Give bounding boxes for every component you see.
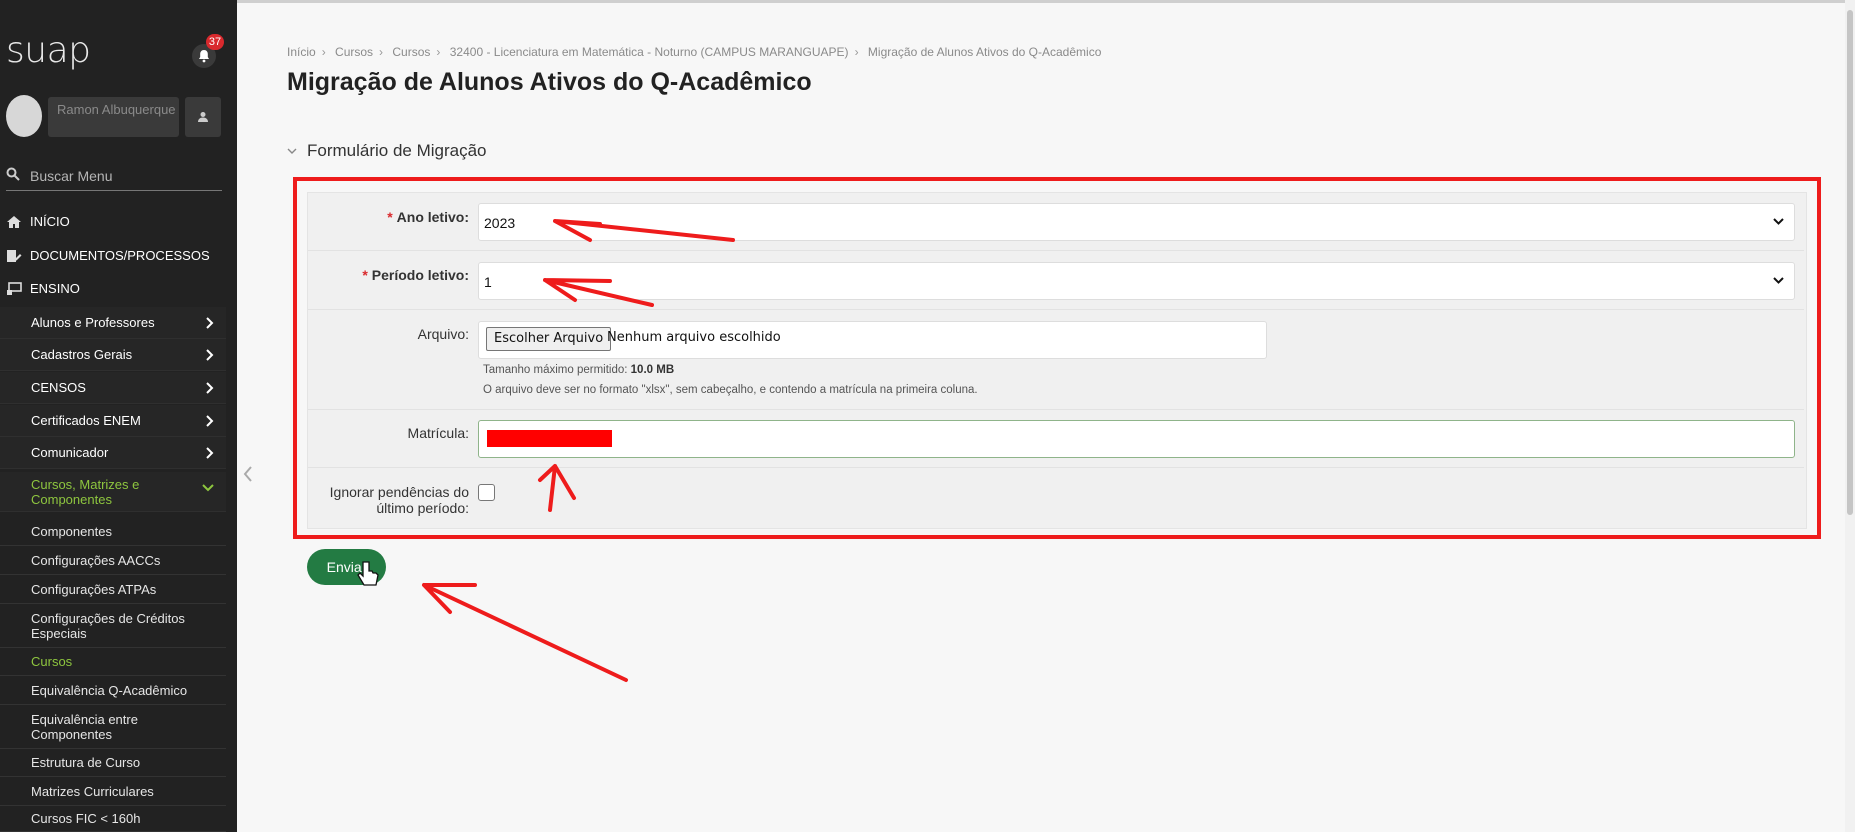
annotation-arrow-ano: [553, 219, 735, 242]
annotation-arrows: [422, 219, 735, 682]
scrollbar-thumb[interactable]: [1847, 10, 1853, 515]
annotation-arrow-periodo: [543, 278, 654, 307]
annotation-arrow-enviar: [422, 583, 628, 682]
page-scrollbar[interactable]: [1845, 0, 1855, 832]
annotation-arrow-matricula: [538, 464, 576, 512]
